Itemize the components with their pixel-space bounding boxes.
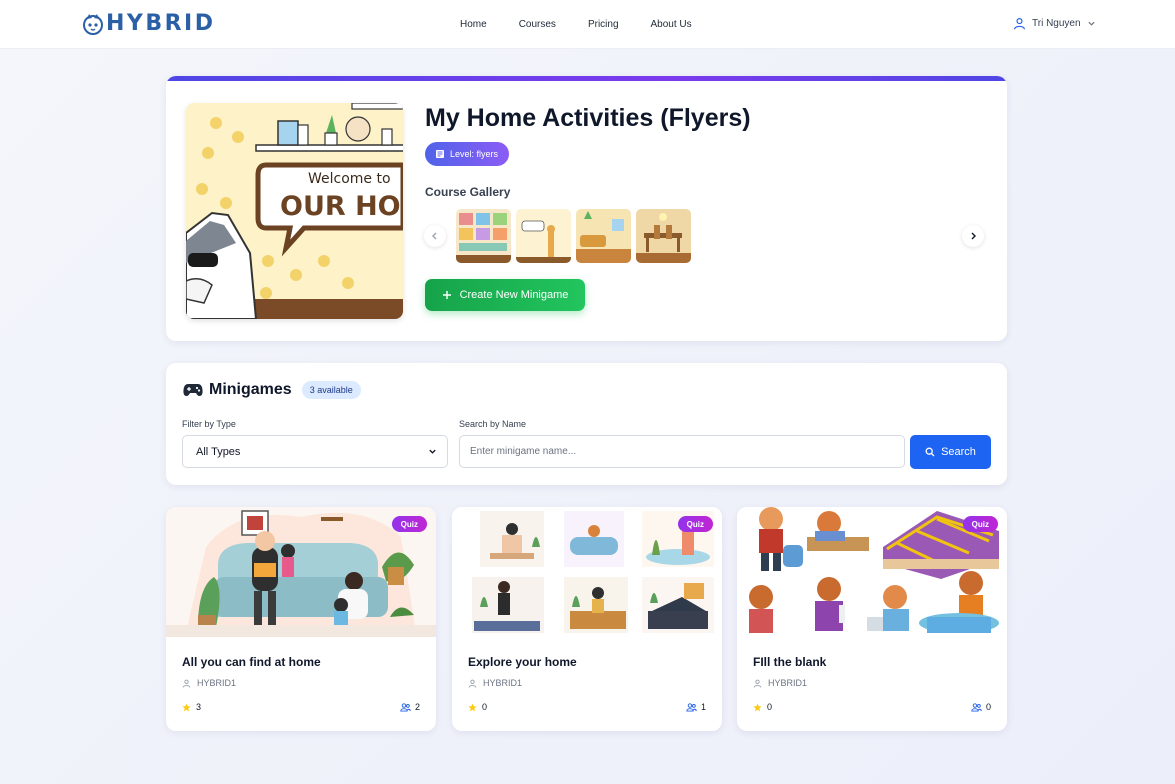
top-navbar: HYBRID Home Courses Pricing About Us Tri… [0,0,1175,49]
star-icon [468,702,477,711]
minigame-author-name: HYBRID1 [768,678,808,688]
gallery-thumb[interactable] [636,209,691,263]
course-hero-card: Welcome to OUR HOME My Home Activities (… [166,76,1007,341]
minigame-players-value: 1 [700,702,706,712]
gamepad-icon [183,384,203,396]
gallery-thumbnails [456,209,691,263]
cover-welcome-text: Welcome to [308,171,391,187]
cat-logo-icon [83,14,103,35]
course-cover-image: Welcome to OUR HOME [186,103,403,319]
chevron-right-icon [971,232,976,240]
user-icon [182,679,191,688]
gallery-heading: Course Gallery [425,185,511,199]
minigame-players-value: 0 [985,702,991,712]
search-button[interactable]: Search [910,435,991,469]
search-name-label: Search by Name [459,419,527,429]
main-nav: Home Courses Pricing About Us [460,18,724,32]
chevron-left-icon [432,232,437,240]
search-button-label: Search [941,446,976,458]
create-minigame-button[interactable]: Create New Minigame [425,279,585,311]
user-name: Tri Nguyen [1032,18,1081,29]
brand-logo[interactable]: HYBRID [82,12,216,36]
gallery-thumb[interactable] [516,209,571,263]
minigame-rating: 0 [468,702,487,712]
nav-pricing[interactable]: Pricing [588,18,619,32]
minigames-filter-card: Minigames 3 available Filter by Type All… [166,363,1007,485]
minigames-header: Minigames 3 available [183,381,361,399]
course-title: My Home Activities (Flyers) [425,104,751,132]
brand-name: HYBRID [106,11,216,36]
user-menu[interactable]: Tri Nguyen [1013,17,1096,30]
gallery-next-button[interactable] [962,225,984,247]
plus-icon [442,291,451,299]
nav-courses[interactable]: Courses [519,18,556,32]
minigame-thumbnail: Quiz [166,507,436,637]
minigame-author: HYBRID1 [753,678,807,688]
book-icon [436,150,444,158]
minigame-author: HYBRID1 [468,678,522,688]
users-icon [971,702,982,712]
hero-accent-bar [166,76,1007,81]
cover-ourhome-text: OUR HOME [280,191,403,222]
gallery-thumb[interactable] [576,209,631,263]
minigame-players: 2 [400,702,420,712]
filter-type-label: Filter by Type [182,419,236,429]
minigame-author-name: HYBRID1 [197,678,237,688]
nav-home[interactable]: Home [460,18,487,32]
search-input[interactable] [459,435,905,468]
minigame-card[interactable]: Quiz All you can find at home HYBRID1 3 … [166,507,436,731]
minigame-title: All you can find at home [182,655,321,669]
quiz-badge: Quiz [677,516,713,532]
minigame-author: HYBRID1 [182,678,236,688]
minigames-count-badge: 3 available [301,381,361,399]
minigame-rating-value: 0 [482,702,488,712]
minigame-rating: 0 [753,702,772,712]
quiz-badge: Quiz [391,516,427,532]
minigame-card[interactable]: Quiz Explore your home HYBRID1 0 1 [452,507,722,731]
minigame-author-name: HYBRID1 [483,678,523,688]
minigame-rating: 3 [182,702,201,712]
star-icon [753,702,762,711]
gallery-thumb[interactable] [456,209,511,263]
minigame-thumbnail: Quiz [737,507,1007,637]
level-text: Level: flyers [450,149,499,159]
gallery-prev-button[interactable] [424,225,446,247]
create-minigame-label: Create New Minigame [459,289,569,301]
minigame-rating-value: 3 [196,702,202,712]
user-icon [468,679,477,688]
user-icon [753,679,762,688]
chevron-down-icon [1087,21,1095,26]
minigame-title: Explore your home [468,655,577,669]
user-icon [1014,18,1025,30]
users-icon [686,702,697,712]
minigame-players-value: 2 [414,702,420,712]
level-badge: Level: flyers [425,142,510,166]
search-icon [925,447,935,457]
star-icon [182,702,191,711]
nav-about-us[interactable]: About Us [651,18,692,32]
quiz-badge: Quiz [962,516,998,532]
filter-type-select[interactable]: All Types [182,435,448,468]
minigame-card[interactable]: Quiz FIll the blank HYBRID1 0 0 [737,507,1007,731]
minigame-thumbnail: Quiz [452,507,722,637]
minigame-title: FIll the blank [753,655,827,669]
filter-type-value: All Types [196,445,241,458]
users-icon [400,702,411,712]
minigames-title: Minigames [209,381,292,398]
minigame-rating-value: 0 [767,702,773,712]
minigame-players: 1 [686,702,706,712]
minigame-players: 0 [971,702,991,712]
chevron-down-icon [429,449,436,454]
